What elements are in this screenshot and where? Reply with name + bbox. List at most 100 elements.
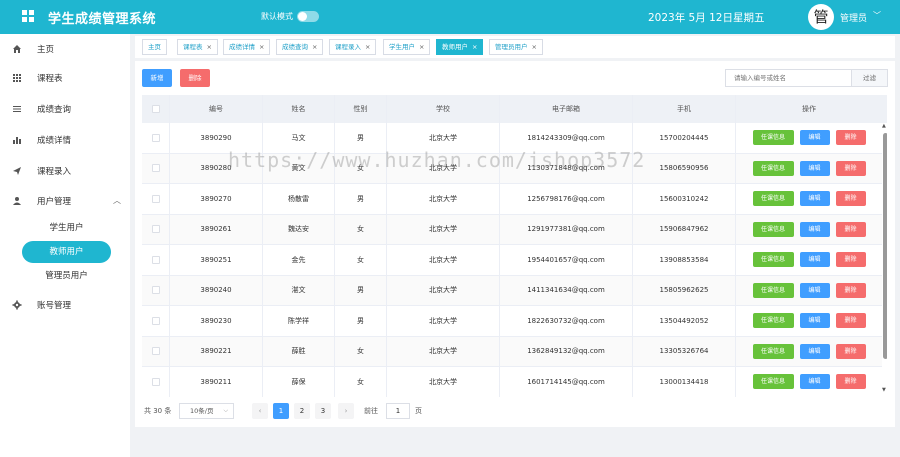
edit-button[interactable]: 编辑 [799, 343, 830, 359]
filter-button[interactable]: 过滤 [851, 69, 888, 87]
row-select[interactable] [142, 214, 170, 244]
table-row[interactable]: 3890211 薛保女北京大学 1601714145@qq.com 130001344… [142, 367, 882, 397]
sidebar-item-score-detail[interactable]: 成绩详情 [0, 126, 130, 154]
sidebar-item-account[interactable]: 账号管理 [0, 291, 130, 319]
edit-button[interactable]: 编辑 [799, 130, 830, 146]
row-checkbox[interactable] [151, 377, 160, 386]
user-name[interactable]: 管理员 [840, 11, 867, 24]
close-icon[interactable]: × [472, 43, 477, 51]
teaching-info-button[interactable]: 任课信息 [752, 374, 794, 390]
edit-button[interactable]: 编辑 [799, 374, 830, 390]
tab-teachers[interactable]: 教师用户 × [436, 39, 484, 55]
edit-button[interactable]: 编辑 [799, 191, 830, 207]
row-select[interactable] [142, 245, 170, 275]
teaching-info-button[interactable]: 任课信息 [752, 343, 794, 359]
teaching-info-button[interactable]: 任课信息 [752, 313, 794, 329]
delete-button[interactable]: 删除 [835, 160, 866, 176]
table-row[interactable]: 3890240 湛文男北京大学 1411341634@qq.com 158059626… [142, 275, 882, 306]
send-icon [13, 167, 21, 175]
sidebar-item-course-entry[interactable]: 课程录入 [0, 157, 130, 185]
row-select[interactable] [142, 275, 170, 305]
page-button[interactable]: 1 [273, 403, 289, 419]
sidebar-subitem-students[interactable]: 学生用户 [22, 217, 111, 239]
scroll-down-icon[interactable]: ▼ [882, 387, 886, 393]
goto-page-input[interactable]: 1 [386, 403, 410, 419]
page-button[interactable]: 3 [315, 403, 331, 419]
menu-grid-icon[interactable] [22, 10, 34, 22]
row-checkbox[interactable] [151, 286, 160, 295]
sidebar-item-home[interactable]: 主页 [0, 35, 130, 63]
tab-admins[interactable]: 管理员用户 × [489, 39, 543, 55]
prev-page-button[interactable]: ‹ [252, 403, 268, 419]
scroll-up-icon[interactable]: ▲ [882, 123, 886, 129]
teaching-info-button[interactable]: 任课信息 [752, 282, 794, 298]
row-select[interactable] [142, 153, 170, 183]
tab-students[interactable]: 学生用户 × [383, 39, 431, 55]
teaching-info-button[interactable]: 任课信息 [752, 221, 794, 237]
header-select-all[interactable] [142, 95, 170, 123]
chevron-down-icon[interactable]: ﹀ [873, 10, 881, 21]
page-button[interactable]: 2 [294, 403, 310, 419]
table-row[interactable]: 3890261 魏达安女北京大学 1291977381@qq.com 15906847… [142, 214, 882, 245]
delete-button[interactable]: 删除 [835, 252, 866, 268]
delete-button[interactable]: 删除 [835, 282, 866, 298]
scroll-thumb[interactable] [883, 133, 887, 359]
tab-home[interactable]: 主页 [142, 39, 167, 55]
row-select[interactable] [142, 306, 170, 336]
close-icon[interactable]: × [207, 43, 212, 51]
edit-button[interactable]: 编辑 [799, 313, 830, 329]
delete-button[interactable]: 删除 [835, 130, 866, 146]
row-select[interactable] [142, 367, 170, 397]
select-all-checkbox[interactable] [151, 105, 160, 113]
edit-button[interactable]: 编辑 [799, 252, 830, 268]
next-page-button[interactable]: › [338, 403, 354, 419]
row-checkbox[interactable] [151, 225, 160, 234]
tab-timetable[interactable]: 课程表 × [177, 39, 218, 55]
table-row[interactable]: 3890251 金先女北京大学 1954401657@qq.com 139088535… [142, 245, 882, 276]
teaching-info-button[interactable]: 任课信息 [752, 160, 794, 176]
row-checkbox[interactable] [151, 316, 160, 325]
row-checkbox[interactable] [151, 255, 160, 264]
sidebar-item-timetable[interactable]: 课程表 [0, 64, 130, 92]
edit-button[interactable]: 编辑 [799, 160, 830, 176]
row-checkbox[interactable] [151, 194, 160, 203]
row-select[interactable] [142, 336, 170, 366]
sidebar-item-user-management[interactable]: 用户管理 ︿ [0, 187, 130, 215]
row-checkbox[interactable] [151, 347, 160, 356]
close-icon[interactable]: × [365, 43, 370, 51]
row-checkbox[interactable] [151, 133, 160, 142]
teaching-info-button[interactable]: 任课信息 [752, 252, 794, 268]
close-icon[interactable]: × [532, 43, 537, 51]
edit-button[interactable]: 编辑 [799, 221, 830, 237]
edit-button[interactable]: 编辑 [799, 282, 830, 298]
search-input[interactable] [725, 69, 852, 87]
tab-score-detail[interactable]: 成绩详情 × [223, 39, 271, 55]
delete-button[interactable]: 删除 [835, 221, 866, 237]
teaching-info-button[interactable]: 任课信息 [752, 191, 794, 207]
teaching-info-button[interactable]: 任课信息 [752, 130, 794, 146]
table-row[interactable]: 3890221 薛胜女北京大学 1362849132@qq.com 133053267… [142, 336, 882, 367]
add-button[interactable]: 新增 [142, 69, 172, 87]
row-select[interactable] [142, 123, 170, 153]
sidebar-subitem-teachers[interactable]: 教师用户 [22, 241, 111, 263]
row-select[interactable] [142, 184, 170, 214]
delete-button[interactable]: 删除 [835, 191, 866, 207]
close-icon[interactable]: × [312, 43, 317, 51]
table-row[interactable]: 3890270 杨散雷男北京大学 1256798176@qq.com 15600310… [142, 184, 882, 215]
tab-score-query[interactable]: 成绩查询 × [276, 39, 324, 55]
row-checkbox[interactable] [151, 164, 160, 173]
mode-toggle[interactable] [297, 11, 319, 22]
table-row[interactable]: 3890230 陈学祥男北京大学 1822630732@qq.com 13504492… [142, 306, 882, 337]
page-size-select[interactable]: 10条/页 ⌵ [179, 403, 234, 419]
delete-button[interactable]: 删除 [835, 343, 866, 359]
close-icon[interactable]: × [259, 43, 264, 51]
close-icon[interactable]: × [419, 43, 424, 51]
batch-delete-button[interactable]: 删除 [180, 69, 210, 87]
avatar[interactable]: 管 [808, 4, 834, 30]
table-scrollbar[interactable]: ▲ ▼ [882, 123, 887, 397]
sidebar-item-score-query[interactable]: 成绩查询 [0, 95, 130, 123]
delete-button[interactable]: 删除 [835, 313, 866, 329]
tab-course-entry[interactable]: 课程录入 × [329, 39, 377, 55]
sidebar-subitem-admins[interactable]: 管理员用户 [22, 265, 111, 287]
delete-button[interactable]: 删除 [835, 374, 866, 390]
